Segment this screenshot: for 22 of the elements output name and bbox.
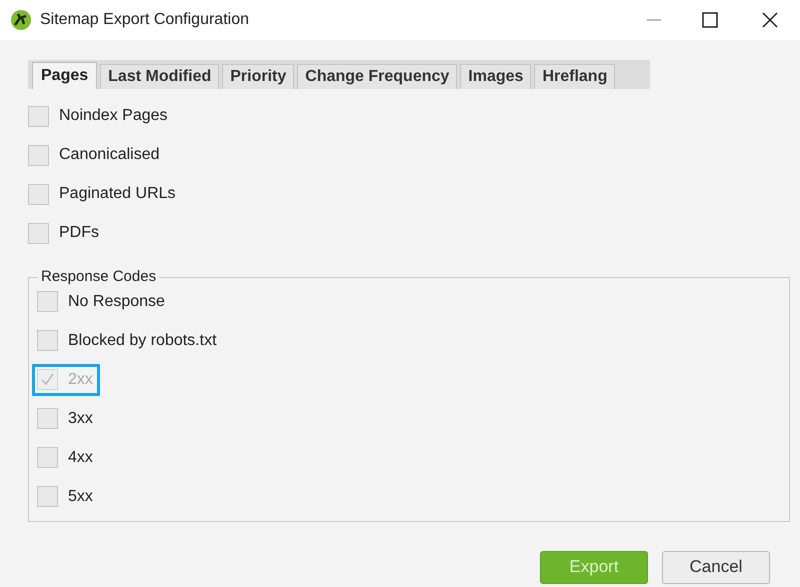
- checkbox-option[interactable]: Blocked by robots.txt: [32, 324, 224, 356]
- close-icon[interactable]: [762, 12, 778, 28]
- tab[interactable]: Last Modified: [100, 64, 220, 89]
- tab[interactable]: Images: [460, 64, 532, 89]
- checkbox-option[interactable]: Paginated URLs: [23, 178, 183, 210]
- tab[interactable]: Hreflang: [534, 64, 616, 89]
- checkbox-option[interactable]: PDFs: [23, 217, 106, 249]
- maximize-icon[interactable]: [702, 12, 718, 28]
- checkbox-option[interactable]: Canonicalised: [23, 139, 167, 171]
- tab[interactable]: Change Frequency: [297, 64, 458, 89]
- checkbox-option[interactable]: 5xx: [32, 480, 100, 512]
- app-logo-icon: [10, 9, 32, 31]
- checkmark-icon: [40, 372, 55, 387]
- tab[interactable]: Pages: [32, 62, 98, 89]
- checkbox-option[interactable]: Noindex Pages: [23, 100, 175, 132]
- cancel-button[interactable]: Cancel: [662, 550, 770, 584]
- checkbox-option[interactable]: 4xx: [32, 442, 100, 474]
- checkbox-option[interactable]: 3xx: [32, 402, 100, 434]
- checkbox-option[interactable]: No Response: [32, 286, 172, 318]
- window-title: Sitemap Export Configuration: [40, 10, 249, 30]
- group-title: Response Codes: [40, 267, 158, 287]
- tab[interactable]: Priority: [222, 64, 294, 89]
